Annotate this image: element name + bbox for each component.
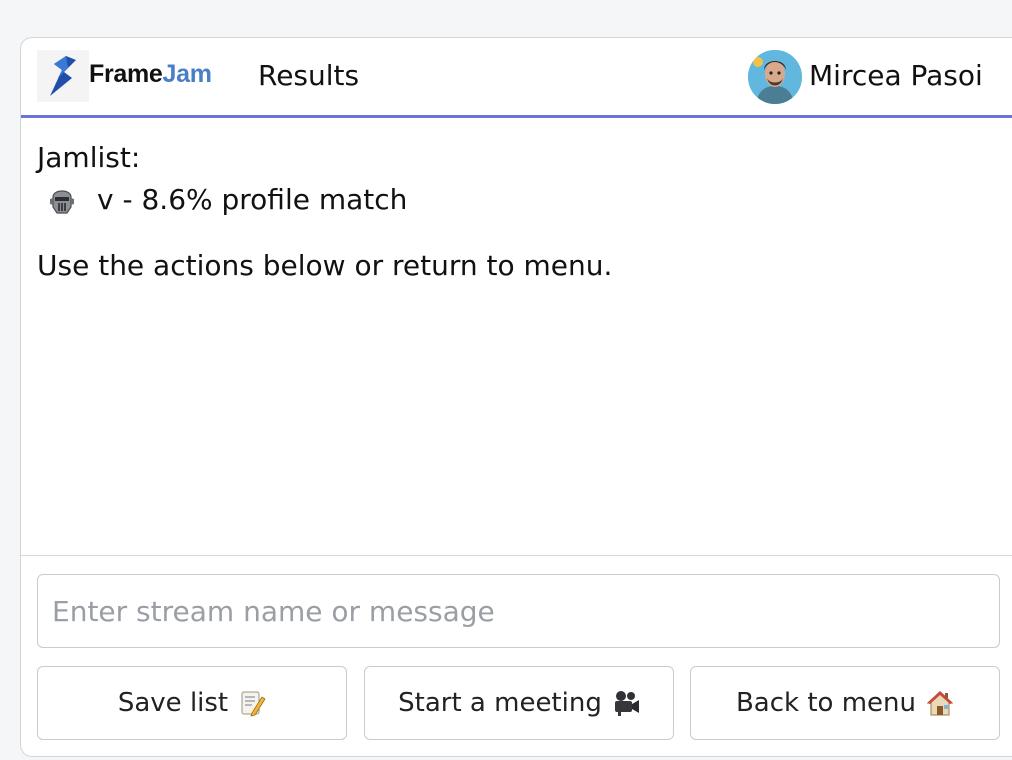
username: Mircea Pasoi: [809, 59, 983, 92]
jamlist-label: Jamlist:: [37, 141, 141, 174]
help-text: Use the actions below or return to menu.: [37, 249, 613, 282]
results-content: Jamlist: v - 8.6% profile match Use the …: [37, 138, 1012, 286]
back-to-menu-label: Back to menu: [735, 688, 917, 718]
page-title: Results: [258, 59, 360, 92]
start-meeting-button[interactable]: Start a meeting: [364, 666, 674, 740]
start-meeting-label: Start a meeting: [398, 688, 602, 718]
action-footer: Save list Start a meeting: [21, 555, 1012, 756]
back-to-menu-button[interactable]: Back to menu: [690, 666, 1000, 740]
brand-name: FrameJam: [89, 60, 212, 89]
list-item: v - 8.6% profile match: [37, 180, 1012, 220]
memo-icon: [238, 689, 266, 717]
house-icon: [926, 689, 954, 717]
app-frame: FrameJam Results Mircea Pasoi Jamlist: v…: [20, 37, 1012, 757]
stream-message-input[interactable]: [37, 574, 1000, 648]
header-bar: FrameJam Results Mircea Pasoi: [21, 38, 1012, 118]
brand-name-part2: Jam: [162, 60, 212, 88]
brand-name-part1: Frame: [89, 60, 163, 88]
jam-item-text: v - 8.6% profile match: [97, 183, 408, 216]
avatar[interactable]: [748, 50, 802, 104]
video-camera-icon: [612, 689, 640, 717]
save-list-label: Save list: [117, 688, 229, 718]
mask-icon: [47, 185, 77, 215]
framejam-logo-icon: [37, 50, 89, 102]
save-list-button[interactable]: Save list: [37, 666, 347, 740]
